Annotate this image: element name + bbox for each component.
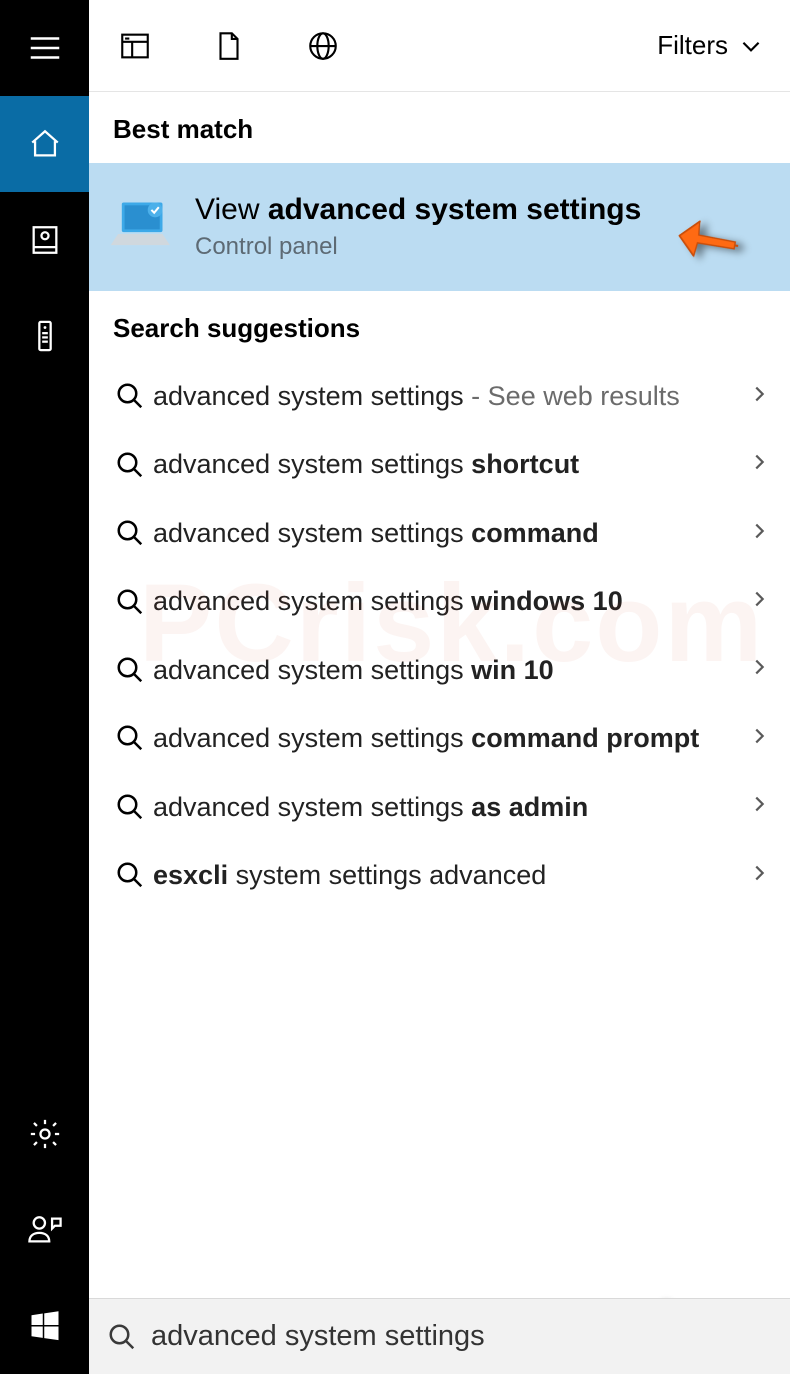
suggestion-item[interactable]: advanced system settings command prompt — [101, 704, 778, 772]
suggestion-item[interactable]: advanced system settings command — [101, 499, 778, 567]
documents-filter-button[interactable] — [211, 28, 247, 64]
suggestion-item[interactable]: advanced system settings as admin — [101, 773, 778, 841]
chevron-down-icon — [738, 33, 764, 59]
suggestion-text: advanced system settings shortcut — [153, 446, 748, 482]
apps-filter-button[interactable] — [117, 28, 153, 64]
suggestion-text: advanced system settings win 10 — [153, 652, 748, 688]
notebook-button[interactable] — [0, 192, 89, 288]
search-icon — [107, 518, 153, 548]
remote-icon — [28, 319, 62, 353]
chevron-right-icon[interactable] — [748, 862, 770, 889]
feedback-icon — [28, 1213, 62, 1247]
best-match-header: Best match — [89, 92, 790, 163]
suggestion-item[interactable]: advanced system settings shortcut — [101, 430, 778, 498]
filters-label: Filters — [657, 30, 728, 61]
best-match-result[interactable]: View advanced system settings Control pa… — [89, 163, 790, 291]
search-bar[interactable] — [89, 1298, 790, 1374]
best-match-title: View advanced system settings — [195, 193, 641, 227]
suggestion-text: advanced system settings command — [153, 515, 748, 551]
chevron-right-icon[interactable] — [748, 383, 770, 410]
feedback-button[interactable] — [0, 1182, 89, 1278]
chevron-right-icon[interactable] — [748, 793, 770, 820]
home-icon — [28, 127, 62, 161]
control-panel-app-icon — [107, 197, 181, 257]
suggestion-item[interactable]: advanced system settings - See web resul… — [101, 362, 778, 430]
search-icon — [107, 723, 153, 753]
cortana-sidebar — [0, 0, 89, 1374]
suggestion-item[interactable]: advanced system settings windows 10 — [101, 567, 778, 635]
search-input[interactable] — [151, 1320, 790, 1353]
suggestion-text: advanced system settings command prompt — [153, 720, 748, 756]
gear-icon — [28, 1117, 62, 1151]
chevron-right-icon[interactable] — [748, 725, 770, 752]
web-filter-button[interactable] — [305, 28, 341, 64]
photo-frame-icon — [28, 223, 62, 257]
suggestion-text: advanced system settings - See web resul… — [153, 378, 748, 414]
web-filter-icon — [306, 29, 340, 63]
chevron-right-icon[interactable] — [748, 520, 770, 547]
search-results-panel: Filters Best match View advanced system … — [89, 0, 790, 1374]
settings-button[interactable] — [0, 1086, 89, 1182]
chevron-right-icon[interactable] — [748, 656, 770, 683]
apps-filter-icon — [118, 29, 152, 63]
suggestion-text: esxcli system settings advanced — [153, 857, 748, 893]
best-match-subtitle: Control panel — [195, 233, 641, 261]
windows-start-button[interactable] — [0, 1278, 89, 1374]
search-icon — [107, 860, 153, 890]
suggestions-header: Search suggestions — [89, 291, 790, 362]
windows-start-icon — [27, 1308, 63, 1344]
suggestion-item[interactable]: esxcli system settings advanced — [101, 841, 778, 909]
filters-dropdown[interactable]: Filters — [657, 30, 790, 61]
chevron-right-icon[interactable] — [748, 588, 770, 615]
search-icon — [107, 381, 153, 411]
search-icon — [107, 792, 153, 822]
documents-filter-icon — [212, 29, 246, 63]
search-icon — [107, 655, 153, 685]
search-icon — [107, 587, 153, 617]
suggestion-text: advanced system settings windows 10 — [153, 583, 748, 619]
home-button[interactable] — [0, 96, 89, 192]
hamburger-icon — [26, 29, 64, 67]
suggestion-text: advanced system settings as admin — [153, 789, 748, 825]
hamburger-button[interactable] — [0, 0, 89, 96]
devices-button[interactable] — [0, 288, 89, 384]
suggestion-item[interactable]: advanced system settings win 10 — [101, 636, 778, 704]
suggestions-list: advanced system settings - See web resul… — [89, 362, 790, 910]
filter-topbar: Filters — [89, 0, 790, 92]
search-icon — [107, 450, 153, 480]
chevron-right-icon[interactable] — [748, 451, 770, 478]
search-icon — [107, 1322, 137, 1352]
